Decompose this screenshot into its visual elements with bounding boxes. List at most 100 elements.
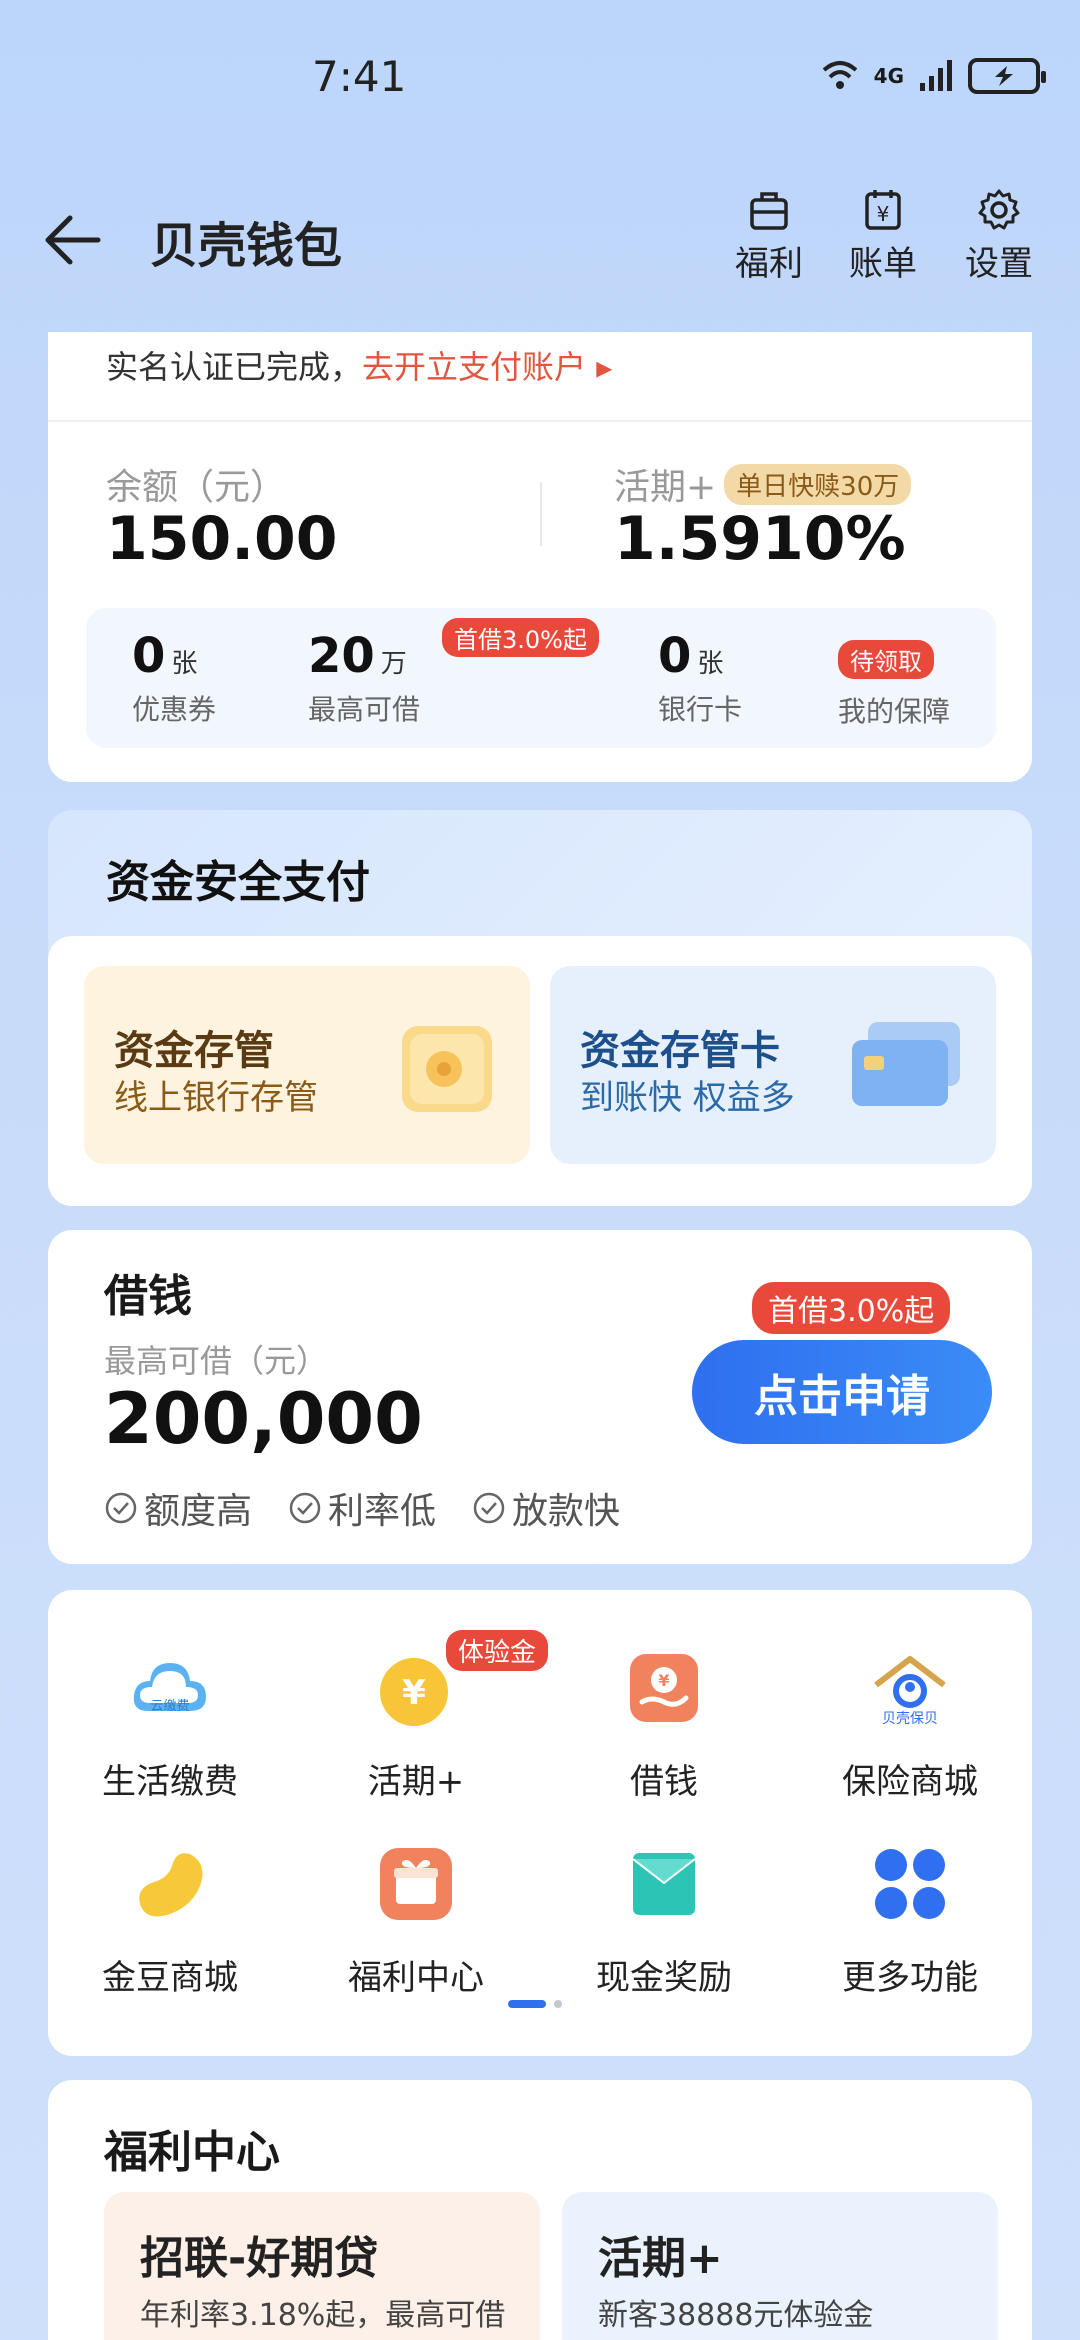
stat-max-loan[interactable]: 20 万 最高可借 xyxy=(308,628,420,728)
loan-amount: 200,000 xyxy=(104,1378,423,1460)
loan-title: 借钱 xyxy=(104,1271,192,1322)
stat-unit: 张 xyxy=(171,649,198,679)
welfare-tile-subtitle: 年利率3.18%起，最高可借20万 xyxy=(140,2298,506,2333)
bill-icon: ¥ xyxy=(865,190,901,230)
loan-card: 借钱 最高可借（元） 200,000 首借3.0%起 点击申请 额度高 利率低 … xyxy=(48,1230,1032,1564)
stat-num: 0 xyxy=(132,628,166,684)
apply-button[interactable]: 点击申请 xyxy=(692,1340,992,1444)
header-settings-label: 设置 xyxy=(965,244,1033,284)
safe-payment-tiles: 资金存管 线上银行存管 资金存管卡 到账快 权益多 xyxy=(48,936,1032,1206)
cloud-pay-icon-text: 云缴费 xyxy=(150,1699,190,1714)
welfare-tile-subtitle: 新客38888元体验金 xyxy=(598,2298,874,2333)
page-dot xyxy=(554,2000,562,2008)
open-account-link[interactable]: 去开立支付账户 ▸ xyxy=(362,348,612,386)
stat-num: 20 xyxy=(308,628,375,684)
grid-item-life-pay[interactable]: 云缴费 生活缴费 xyxy=(70,1646,270,1803)
stats-box: 0张 优惠券 20 万 最高可借 首借3.0%起 0张 银行卡 待领取 我的保障 xyxy=(86,608,996,748)
header-bill-label: 账单 xyxy=(849,244,917,284)
grid-label: 现金奖励 xyxy=(596,1958,732,1998)
balance-label: 余额（元） xyxy=(106,467,287,508)
divider xyxy=(48,420,1032,422)
realname-row[interactable]: 实名认证已完成，去开立支付账户 ▸ xyxy=(106,342,612,388)
safe-payment-title: 资金安全支付 xyxy=(106,857,370,908)
wifi-icon xyxy=(822,61,857,89)
balance-value[interactable]: 150.00 xyxy=(106,504,338,574)
back-button[interactable] xyxy=(40,210,104,270)
battery-icon xyxy=(968,58,1046,94)
gift-box-icon xyxy=(380,1848,452,1920)
back-arrow-icon xyxy=(45,215,101,265)
tile-subtitle: 线上银行存管 xyxy=(114,1078,318,1118)
status-bar: 7:41 4G xyxy=(0,0,1080,160)
status-icons: 4G xyxy=(820,58,1046,94)
fund-custody-tile[interactable]: 资金存管 线上银行存管 xyxy=(84,966,530,1164)
grid-item-cash-reward[interactable]: 现金奖励 xyxy=(564,1842,764,1999)
grid-item-more[interactable]: 更多功能 xyxy=(810,1842,1010,1999)
network-type: 4G xyxy=(873,64,904,88)
grid-item-welfare-center[interactable]: 福利中心 xyxy=(316,1842,516,1999)
check-circle-icon xyxy=(289,1492,321,1524)
header-welfare-label: 福利 xyxy=(735,244,803,284)
four-dots-icon xyxy=(875,1849,945,1919)
header-settings-button[interactable]: 设置 xyxy=(954,188,1044,288)
tile-title: 资金存管卡 xyxy=(580,1028,780,1074)
svg-text:¥: ¥ xyxy=(402,1673,426,1713)
stat-num: 0 xyxy=(658,628,692,684)
check-circle-icon xyxy=(473,1492,505,1524)
stat-label: 最高可借 xyxy=(308,693,421,726)
page-dot-active xyxy=(508,2000,546,2008)
check-circle-icon xyxy=(105,1492,137,1524)
stat-my-protection[interactable]: 待领取 我的保障 xyxy=(838,628,950,730)
welfare-tile-huoqi[interactable]: 活期+ 新客38888元体验金 xyxy=(562,2192,998,2340)
header-welfare-button[interactable]: 福利 xyxy=(724,188,814,288)
loan-features: 额度高 利率低 放款快 xyxy=(104,1482,620,1534)
app-header: 贝壳钱包 福利 ¥ 账单 设置 xyxy=(0,180,1080,300)
insurance-icon-text: 贝壳保贝 xyxy=(882,1711,938,1727)
feature-item: 利率低 xyxy=(288,1482,436,1534)
red-envelope-icon xyxy=(632,1853,696,1915)
custody-card-tile[interactable]: 资金存管卡 到账快 权益多 xyxy=(550,966,996,1164)
stat-coupons[interactable]: 0张 优惠券 xyxy=(132,628,216,728)
realname-text: 实名认证已完成， xyxy=(106,348,363,386)
loan-hand-icon: ¥ xyxy=(630,1654,698,1722)
grid-label: 生活缴费 xyxy=(102,1762,238,1802)
trial-gold-tag: 体验金 xyxy=(446,1630,549,1671)
loan-amount-label: 最高可借（元） xyxy=(104,1342,329,1380)
stat-unit: 万 xyxy=(380,649,407,679)
grid-item-insurance[interactable]: 贝壳保贝 保险商城 xyxy=(810,1646,1010,1803)
feature-label: 利率低 xyxy=(328,1491,437,1532)
welfare-title: 福利中心 xyxy=(104,2127,280,2178)
welfare-tile-loan[interactable]: 招联-好期贷 年利率3.18%起，最高可借20万 xyxy=(104,2192,540,2340)
feature-item: 放款快 xyxy=(472,1482,620,1534)
grid-label: 保险商城 xyxy=(842,1762,978,1802)
huoqi-rate[interactable]: 1.5910% xyxy=(614,504,906,574)
account-card: 实名认证已完成，去开立支付账户 ▸ 余额（元） 150.00 活期+ 单日快赎3… xyxy=(48,332,1032,782)
grid-label: 更多功能 xyxy=(842,1958,978,1998)
function-grid-card: 云缴费 生活缴费 ¥ 体验金 活期+ ¥ 借钱 贝壳保贝 保险商城 金豆商城 福… xyxy=(48,1590,1032,2056)
vertical-divider xyxy=(540,482,542,546)
tile-title: 资金存管 xyxy=(114,1028,274,1074)
yuan-coin-icon: ¥ xyxy=(380,1658,448,1726)
stat-unit: 张 xyxy=(697,649,724,679)
grid-label: 金豆商城 xyxy=(102,1958,238,1998)
header-bill-button[interactable]: ¥ 账单 xyxy=(838,188,928,288)
grid-item-huoqi[interactable]: ¥ 体验金 活期+ xyxy=(316,1630,549,1803)
huoqi-label: 活期+ xyxy=(614,467,717,508)
stat-bank-cards[interactable]: 0张 银行卡 xyxy=(658,628,742,728)
welfare-tile-title: 活期+ xyxy=(598,2233,723,2284)
feature-label: 额度高 xyxy=(144,1491,253,1532)
golden-bean-icon xyxy=(139,1853,203,1917)
tile-subtitle: 到账快 权益多 xyxy=(580,1078,795,1118)
safe-payment-card: 资金安全支付 资金存管 线上银行存管 资金存管卡 到账快 权益多 xyxy=(48,810,1032,1206)
grid-item-bean-mall[interactable]: 金豆商城 xyxy=(70,1842,270,1999)
welfare-card: 福利中心 招联-好期贷 年利率3.18%起，最高可借20万 活期+ 新客3888… xyxy=(48,2080,1032,2340)
grid-item-loan[interactable]: ¥ 借钱 xyxy=(564,1646,764,1803)
grid-label: 福利中心 xyxy=(348,1958,484,1998)
svg-text:¥: ¥ xyxy=(877,202,890,226)
huoqi-tag: 单日快赎30万 xyxy=(724,463,912,505)
svg-text:¥: ¥ xyxy=(658,1671,669,1690)
feature-item: 额度高 xyxy=(104,1482,252,1534)
page-indicator xyxy=(508,2000,562,2008)
signal-icon xyxy=(920,60,952,91)
stat-label: 优惠券 xyxy=(132,693,217,726)
